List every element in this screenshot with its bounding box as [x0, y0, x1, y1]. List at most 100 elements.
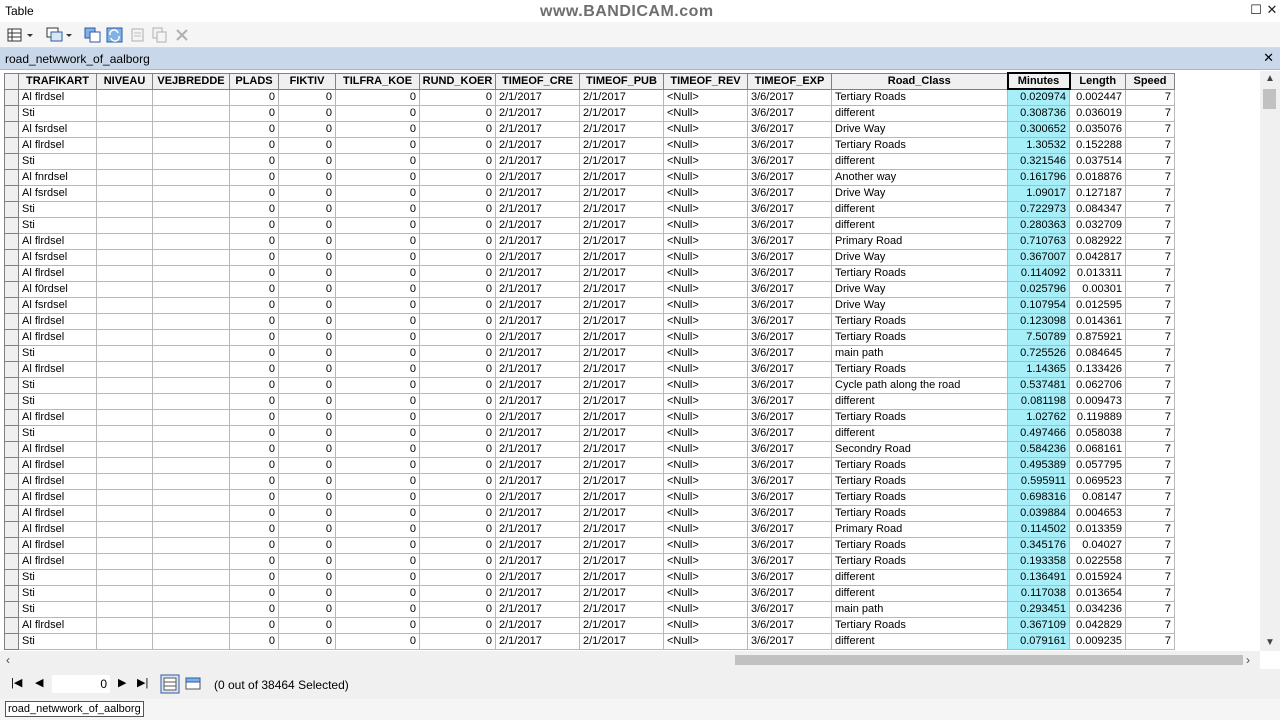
- cell-rund-koer[interactable]: 0: [419, 184, 496, 202]
- cell-timeof-pub[interactable]: 2/1/2017: [579, 264, 664, 282]
- cell-vejbredde[interactable]: [152, 520, 230, 538]
- cell-minutes[interactable]: 0.039884: [1007, 504, 1070, 522]
- cell-plads[interactable]: 0: [229, 120, 279, 138]
- cell-rund-koer[interactable]: 0: [419, 360, 496, 378]
- cell-rund-koer[interactable]: 0: [419, 216, 496, 234]
- cell-trafikart[interactable]: Al flrdsel: [18, 328, 97, 346]
- cell-length[interactable]: 0.152288: [1069, 136, 1126, 154]
- cell-fiktiv[interactable]: 0: [278, 344, 336, 362]
- cell-rund-koer[interactable]: 0: [419, 536, 496, 554]
- row-selector[interactable]: [4, 408, 19, 426]
- cell-length[interactable]: 0.013359: [1069, 520, 1126, 538]
- cell-length[interactable]: 0.009235: [1069, 632, 1126, 650]
- cell-fiktiv[interactable]: 0: [278, 104, 336, 122]
- cell-fiktiv[interactable]: 0: [278, 120, 336, 138]
- column-header-timeof-cre[interactable]: TIMEOF_CRE: [495, 72, 580, 90]
- cell-timeof-pub[interactable]: 2/1/2017: [579, 344, 664, 362]
- column-header-timeof-exp[interactable]: TIMEOF_EXP: [747, 72, 832, 90]
- cell-fiktiv[interactable]: 0: [278, 520, 336, 538]
- cell-tilfra-koe[interactable]: 0: [335, 440, 420, 458]
- related-tables-button[interactable]: [44, 26, 74, 44]
- cell-tilfra-koe[interactable]: 0: [335, 296, 420, 314]
- cell-timeof-cre[interactable]: 2/1/2017: [495, 440, 580, 458]
- cell-timeof-rev[interactable]: <Null>: [663, 280, 748, 298]
- cell-road-class[interactable]: Drive Way: [831, 120, 1008, 138]
- cell-length[interactable]: 0.018876: [1069, 168, 1126, 186]
- cell-speed[interactable]: 7: [1125, 424, 1175, 442]
- cell-road-class[interactable]: different: [831, 152, 1008, 170]
- row-selector[interactable]: [4, 520, 19, 538]
- table-row[interactable]: Al flrdsel 0 0 0 0 2/1/2017 2/1/2017 <Null> 3/6/…: [4, 488, 1175, 506]
- cell-plads[interactable]: 0: [229, 296, 279, 314]
- cell-length[interactable]: 0.037514: [1069, 152, 1126, 170]
- cell-length[interactable]: 0.068161: [1069, 440, 1126, 458]
- cell-trafikart[interactable]: Sti: [18, 568, 97, 586]
- cell-rund-koer[interactable]: 0: [419, 616, 496, 634]
- cell-trafikart[interactable]: Al flrdsel: [18, 472, 97, 490]
- cell-plads[interactable]: 0: [229, 200, 279, 218]
- cell-rund-koer[interactable]: 0: [419, 584, 496, 602]
- cell-road-class[interactable]: different: [831, 392, 1008, 410]
- row-selector[interactable]: [4, 568, 19, 586]
- cell-road-class[interactable]: Tertiary Roads: [831, 472, 1008, 490]
- cell-niveau[interactable]: [96, 616, 153, 634]
- row-selector[interactable]: [4, 104, 19, 122]
- cell-niveau[interactable]: [96, 632, 153, 650]
- cell-timeof-rev[interactable]: <Null>: [663, 264, 748, 282]
- cell-trafikart[interactable]: Al flrdsel: [18, 440, 97, 458]
- cell-road-class[interactable]: Tertiary Roads: [831, 408, 1008, 426]
- cell-length[interactable]: 0.035076: [1069, 120, 1126, 138]
- cell-fiktiv[interactable]: 0: [278, 456, 336, 474]
- cell-length[interactable]: 0.084645: [1069, 344, 1126, 362]
- cell-timeof-exp[interactable]: 3/6/2017: [747, 152, 832, 170]
- cell-trafikart[interactable]: Sti: [18, 376, 97, 394]
- table-row[interactable]: Al flrdsel 0 0 0 0 2/1/2017 2/1/2017 <Null> 3/6/…: [4, 328, 1175, 346]
- cell-timeof-rev[interactable]: <Null>: [663, 184, 748, 202]
- cell-speed[interactable]: 7: [1125, 152, 1175, 170]
- cell-plads[interactable]: 0: [229, 616, 279, 634]
- cell-speed[interactable]: 7: [1125, 216, 1175, 234]
- cell-speed[interactable]: 7: [1125, 584, 1175, 602]
- cell-plads[interactable]: 0: [229, 328, 279, 346]
- cell-vejbredde[interactable]: [152, 152, 230, 170]
- cell-fiktiv[interactable]: 0: [278, 552, 336, 570]
- cell-road-class[interactable]: Tertiary Roads: [831, 328, 1008, 346]
- cell-minutes[interactable]: 0.293451: [1007, 600, 1070, 618]
- cell-timeof-cre[interactable]: 2/1/2017: [495, 232, 580, 250]
- cell-timeof-cre[interactable]: 2/1/2017: [495, 360, 580, 378]
- cell-rund-koer[interactable]: 0: [419, 552, 496, 570]
- cell-speed[interactable]: 7: [1125, 312, 1175, 330]
- table-row[interactable]: Al flrdsel 0 0 0 0 2/1/2017 2/1/2017 <Null> 3/6/…: [4, 136, 1175, 154]
- row-selector[interactable]: [4, 184, 19, 202]
- cell-timeof-pub[interactable]: 2/1/2017: [579, 504, 664, 522]
- cell-plads[interactable]: 0: [229, 456, 279, 474]
- cell-timeof-rev[interactable]: <Null>: [663, 104, 748, 122]
- row-selector[interactable]: [4, 232, 19, 250]
- cell-rund-koer[interactable]: 0: [419, 136, 496, 154]
- cell-timeof-pub[interactable]: 2/1/2017: [579, 376, 664, 394]
- cell-trafikart[interactable]: Sti: [18, 392, 97, 410]
- cell-fiktiv[interactable]: 0: [278, 392, 336, 410]
- cell-timeof-cre[interactable]: 2/1/2017: [495, 280, 580, 298]
- cell-speed[interactable]: 7: [1125, 520, 1175, 538]
- cell-rund-koer[interactable]: 0: [419, 504, 496, 522]
- cell-timeof-pub[interactable]: 2/1/2017: [579, 136, 664, 154]
- cell-trafikart[interactable]: Al flrdsel: [18, 536, 97, 554]
- cell-minutes[interactable]: 0.497466: [1007, 424, 1070, 442]
- cell-road-class[interactable]: Drive Way: [831, 280, 1008, 298]
- cell-road-class[interactable]: different: [831, 584, 1008, 602]
- cell-niveau[interactable]: [96, 520, 153, 538]
- cell-length[interactable]: 0.009473: [1069, 392, 1126, 410]
- cell-timeof-exp[interactable]: 3/6/2017: [747, 104, 832, 122]
- cell-timeof-exp[interactable]: 3/6/2017: [747, 248, 832, 266]
- table-row[interactable]: Al flrdsel 0 0 0 0 2/1/2017 2/1/2017 <Null> 3/6/…: [4, 232, 1175, 250]
- cell-fiktiv[interactable]: 0: [278, 568, 336, 586]
- cell-rund-koer[interactable]: 0: [419, 440, 496, 458]
- cell-timeof-pub[interactable]: 2/1/2017: [579, 456, 664, 474]
- cell-vejbredde[interactable]: [152, 440, 230, 458]
- cell-rund-koer[interactable]: 0: [419, 264, 496, 282]
- cell-timeof-cre[interactable]: 2/1/2017: [495, 408, 580, 426]
- cell-timeof-cre[interactable]: 2/1/2017: [495, 536, 580, 554]
- cell-speed[interactable]: 7: [1125, 360, 1175, 378]
- cell-timeof-pub[interactable]: 2/1/2017: [579, 216, 664, 234]
